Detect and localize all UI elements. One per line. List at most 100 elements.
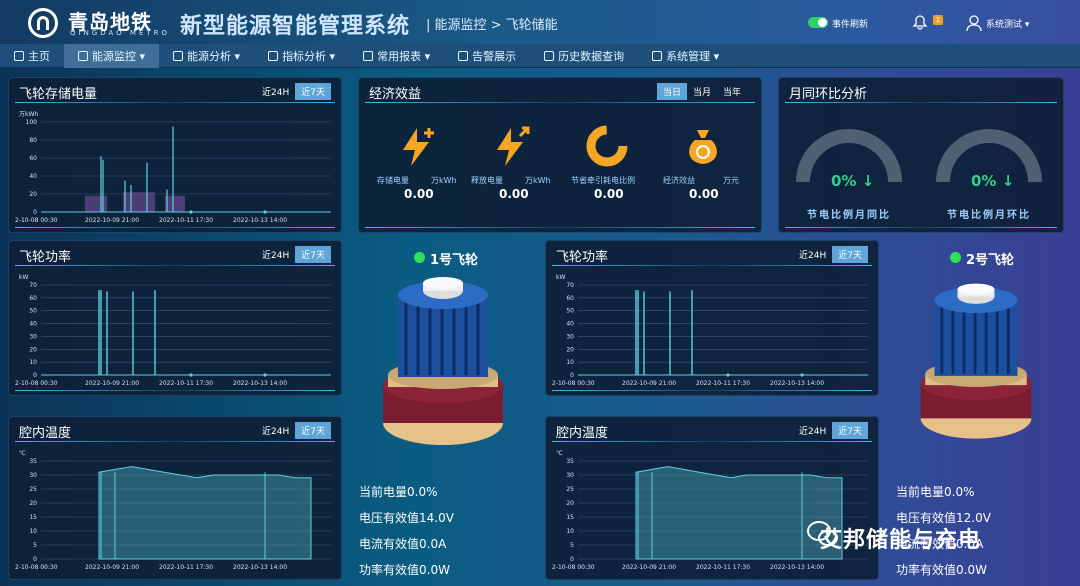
y-tick-label: 30 xyxy=(566,472,574,479)
nav-item-0[interactable]: 主页 xyxy=(0,44,64,68)
y-tick-label: 40 xyxy=(566,321,574,328)
money-bag-icon xyxy=(689,130,717,164)
user-menu[interactable]: 系统测试 ▾ xyxy=(986,17,1029,30)
y-tick-label: 25 xyxy=(566,486,574,493)
gauge-value: 0% ↓ xyxy=(831,172,875,190)
x-tick-label: 2022-10-13 14:00 xyxy=(233,564,287,571)
range-switch: 近24H 近7天 xyxy=(793,422,868,439)
y-tick-label: 15 xyxy=(29,514,37,521)
y-tick-label: 40 xyxy=(29,321,37,328)
divider xyxy=(785,102,1057,103)
y-tick-label: 60 xyxy=(29,295,37,302)
y-tick-label: 5 xyxy=(33,542,37,549)
y-tick-label: 20 xyxy=(29,500,37,507)
divider xyxy=(552,390,872,391)
nav-item-1[interactable]: 能源监控 ▾ xyxy=(64,43,160,68)
range-7d-button[interactable]: 近7天 xyxy=(832,246,868,263)
y-tick-label: 60 xyxy=(566,295,574,302)
temp-area xyxy=(98,466,312,560)
x-tick-label: 2022-10-13 14:00 xyxy=(233,380,287,387)
panel-title: 飞轮功率 xyxy=(19,250,72,265)
eco-value: 0.00 xyxy=(404,187,434,201)
notification-badge: 1 xyxy=(933,15,943,25)
user-icon[interactable] xyxy=(966,14,984,32)
main-nav: 主页 能源监控 ▾ 能源分析 ▾ 指标分析 ▾ 常用报表 ▾ 告警展示 历史数据查询 系统管理… xyxy=(0,43,1080,68)
breadcrumb[interactable]: | 能源监控 > 飞轮储能 xyxy=(426,14,558,33)
y-tick-label: 30 xyxy=(29,472,37,479)
nav-item-2[interactable]: 能源分析 ▾ xyxy=(159,44,254,68)
history-icon xyxy=(544,50,555,61)
y-tick-label: 80 xyxy=(29,137,37,144)
divider xyxy=(552,441,872,442)
y-tick-label: 30 xyxy=(29,333,37,340)
nav-item-3[interactable]: 指标分析 ▾ xyxy=(254,44,349,68)
y-tick-label: 40 xyxy=(29,173,37,180)
nav-item-label: 指标分析 ▾ xyxy=(282,49,336,63)
nav-item-6[interactable]: 历史数据查询 xyxy=(530,44,638,68)
nav-item-7[interactable]: 系统管理 ▾ xyxy=(638,44,733,68)
eco-value: 0.00 xyxy=(499,187,529,201)
nav-item-5[interactable]: 告警展示 xyxy=(444,44,530,68)
range-24h-button[interactable]: 近24H xyxy=(256,83,295,100)
nav-item-label: 常用报表 ▾ xyxy=(377,49,431,63)
gauge-label: 节电比例月同比 xyxy=(807,210,891,221)
period-day-button[interactable]: 当日 xyxy=(656,83,687,100)
bar xyxy=(165,195,185,212)
axis-unit: ℃ xyxy=(556,450,563,457)
range-24h-button[interactable]: 近24H xyxy=(256,422,295,439)
x-tick-label: 2-10-08 00:30 xyxy=(552,564,595,571)
flywheel-stat: 功率有效值0.0W xyxy=(359,563,450,577)
divider xyxy=(15,102,335,103)
y-tick-label: 0 xyxy=(570,372,574,379)
y-tick-label: 50 xyxy=(566,308,574,315)
y-tick-label: 25 xyxy=(29,486,37,493)
y-tick-label: 0 xyxy=(33,209,37,216)
x-tick-label: 2022-10-11 17:30 xyxy=(696,564,750,571)
range-7d-button[interactable]: 近7天 xyxy=(295,246,331,263)
x-tick-label: 2022-10-09 21:00 xyxy=(622,380,676,387)
monthly-panel: 月同环比分析 0% ↓ 节电比例月同比 0% ↓ 节电比例月环比 xyxy=(778,77,1064,233)
nav-item-label: 系统管理 ▾ xyxy=(666,49,720,63)
data-point xyxy=(263,210,267,214)
system-title: 新型能源智能管理系统 xyxy=(180,14,411,39)
range-7d-button[interactable]: 近7天 xyxy=(832,422,868,439)
range-switch: 近24H 近7天 xyxy=(793,246,868,263)
panel-title: 腔内温度 xyxy=(19,426,72,441)
event-refresh-label: 事件刷新 xyxy=(832,20,869,30)
range-switch: 近24H 近7天 xyxy=(256,246,331,263)
x-tick-label: 2022-10-11 17:30 xyxy=(159,380,213,387)
x-tick-label: 2022-10-13 14:00 xyxy=(770,380,824,387)
bell-icon[interactable] xyxy=(912,14,928,30)
x-tick-label: 2022-10-11 17:30 xyxy=(159,217,213,224)
eco-label: 释放电量 xyxy=(471,176,503,185)
range-24h-button[interactable]: 近24H xyxy=(793,422,832,439)
y-tick-label: 0 xyxy=(33,556,37,563)
range-24h-button[interactable]: 近24H xyxy=(256,246,295,263)
y-tick-label: 10 xyxy=(29,528,37,535)
range-7d-button[interactable]: 近7天 xyxy=(295,422,331,439)
alarm-icon xyxy=(458,50,469,61)
divider xyxy=(365,102,755,103)
y-tick-label: 30 xyxy=(566,333,574,340)
nav-item-4[interactable]: 常用报表 ▾ xyxy=(349,44,444,68)
y-tick-label: 20 xyxy=(566,500,574,507)
panel-title: 经济效益 xyxy=(369,87,422,102)
discharge-bolt-icon xyxy=(497,126,530,166)
range-7d-button[interactable]: 近7天 xyxy=(295,83,331,100)
period-month-button[interactable]: 当月 xyxy=(687,83,717,100)
x-tick-label: 2022-10-13 14:00 xyxy=(770,564,824,571)
period-year-button[interactable]: 当年 xyxy=(717,83,747,100)
nav-item-label: 能源分析 ▾ xyxy=(187,49,241,63)
axis-unit: ℃ xyxy=(19,450,26,457)
bar xyxy=(85,195,107,212)
period-switch: 当日 当月 当年 xyxy=(656,83,747,100)
range-24h-button[interactable]: 近24H xyxy=(793,246,832,263)
event-refresh-toggle[interactable] xyxy=(808,17,828,28)
flywheel-1-illustration xyxy=(383,277,503,445)
y-tick-label: 20 xyxy=(29,191,37,198)
panel-title: 飞轮功率 xyxy=(556,250,609,265)
temp-panel-2: 腔内温度 近24H 近7天 ℃ 35 30 25 20 15 10 5 0 2-10-08 00:… xyxy=(545,416,879,580)
economy-panel: 经济效益 当日 当月 当年 存储电量 万kWh 0.00 释放电量 万kWh 0… xyxy=(358,77,762,233)
x-tick-label: 2-10-08 00:30 xyxy=(552,380,595,387)
y-tick-label: 10 xyxy=(566,359,574,366)
